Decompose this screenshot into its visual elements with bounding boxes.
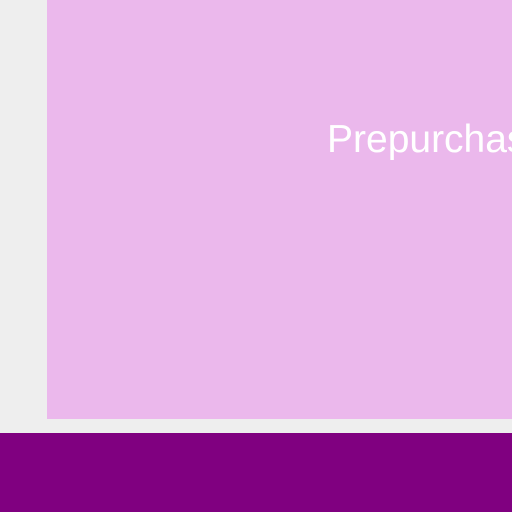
- app-screen: Prepurchas: [0, 0, 512, 512]
- card-label: Prepurchas: [327, 118, 512, 161]
- prepurchase-card[interactable]: Prepurchas: [47, 0, 512, 419]
- bottom-bar: [0, 433, 512, 512]
